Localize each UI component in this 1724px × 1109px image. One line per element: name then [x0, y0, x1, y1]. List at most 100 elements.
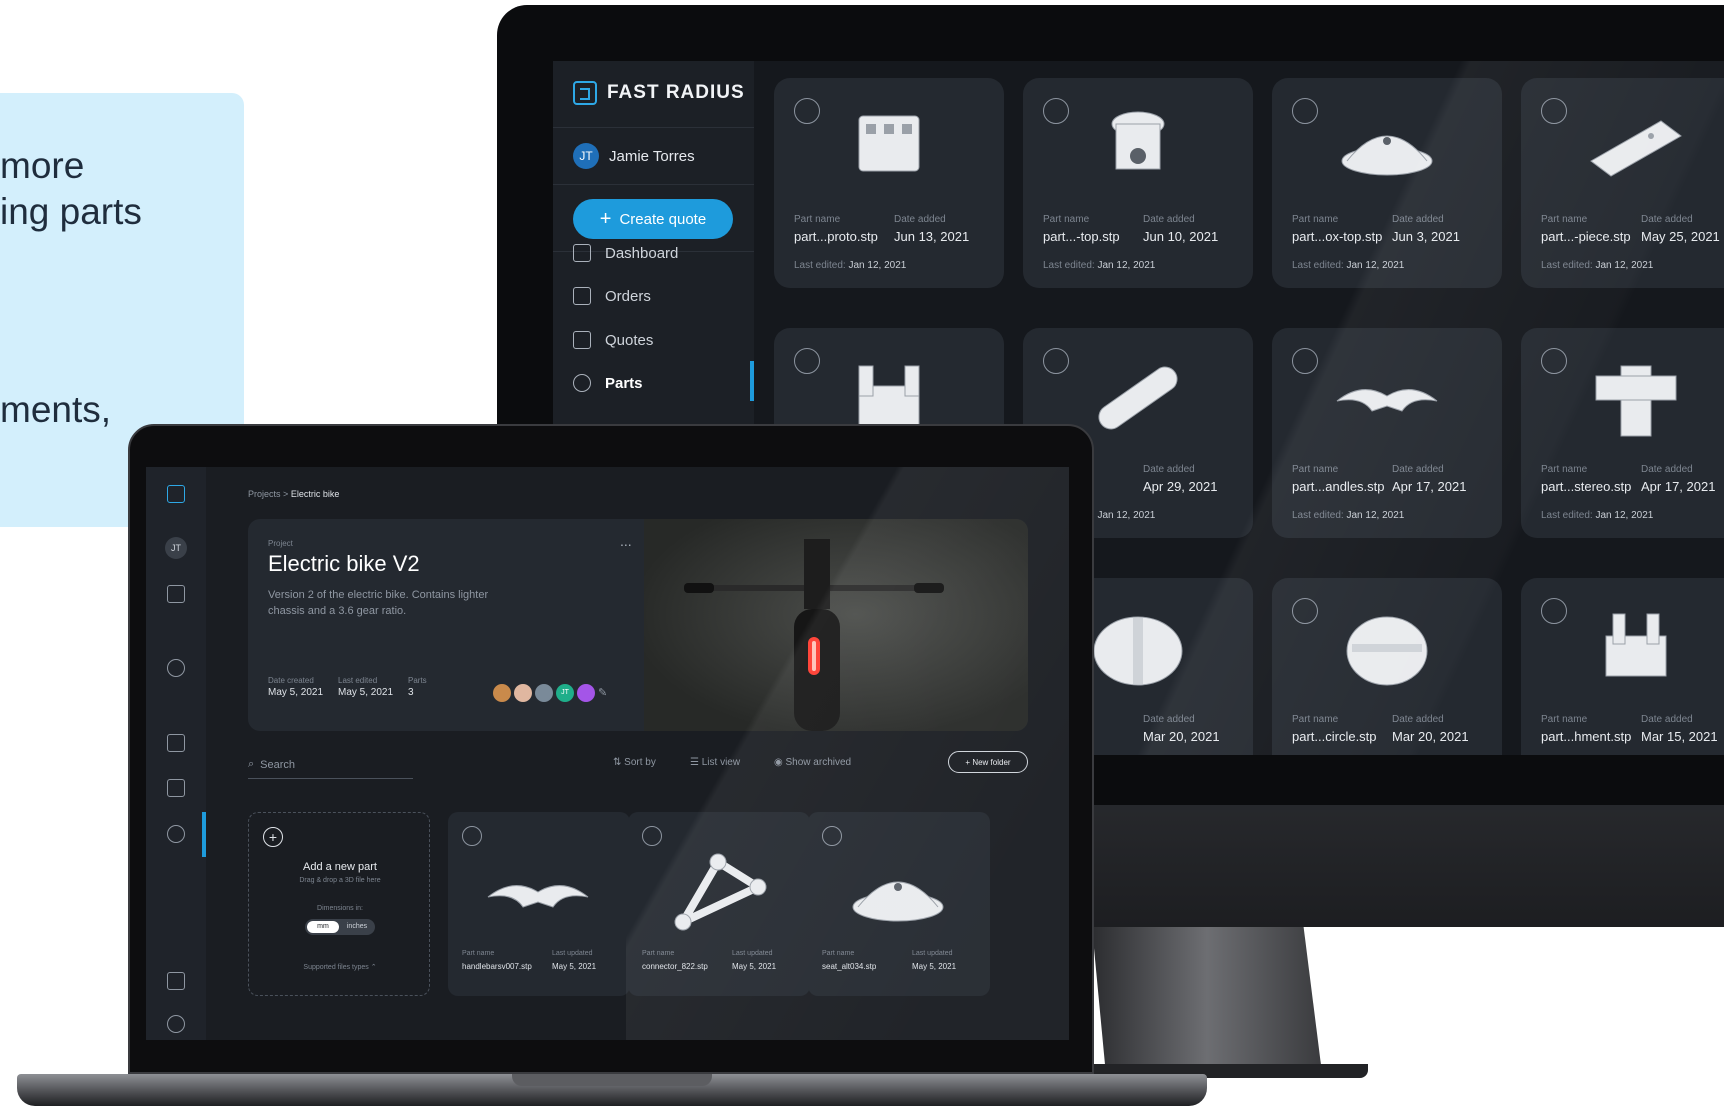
select-checkbox[interactable]	[794, 98, 820, 124]
select-checkbox[interactable]	[1292, 348, 1318, 374]
part-name-label: Part name	[1292, 214, 1339, 225]
date-added-label: Date added	[1143, 714, 1195, 725]
select-checkbox[interactable]	[1541, 98, 1567, 124]
more-options-icon[interactable]: ...	[620, 533, 632, 549]
select-checkbox[interactable]	[1292, 598, 1318, 624]
unit-mm[interactable]: mm	[307, 921, 339, 933]
select-checkbox[interactable]	[1043, 348, 1069, 374]
quote-icon[interactable]	[167, 779, 185, 797]
part-card[interactable]: Part name Date added part...stereo.stp Apr …	[1521, 328, 1724, 538]
edit-icon: ✎	[598, 687, 608, 699]
bike-illustration	[684, 539, 944, 731]
create-quote-button[interactable]: + Create quote	[573, 199, 733, 239]
monitor-stand	[1092, 927, 1322, 1073]
part-name: connector_822.stp	[642, 962, 708, 971]
new-folder-button[interactable]: + New folder	[948, 751, 1028, 773]
part-card[interactable]: Part name Date added part...proto.stp Jun 1…	[774, 78, 1004, 288]
last-edited-label: Last edited:	[794, 260, 846, 271]
add-part-dropzone[interactable]: + Add a new part Drag & drop a 3D file h…	[248, 812, 430, 996]
part-thumbnail	[1605, 613, 1667, 677]
part-card[interactable]: Part name Date added part...andles.stp Apr …	[1272, 328, 1502, 538]
parts-toolbar: ⌕ Search ⇅ Sort by ☰ List view ◉ Show ar…	[248, 751, 1028, 781]
sidebar-item-dashboard[interactable]: Dashboard	[573, 244, 678, 262]
parts-icon[interactable]	[167, 825, 185, 843]
add-part-hint: Drag & drop a 3D file here	[299, 877, 381, 884]
part-card[interactable]: Part name Last updated connector_822.stp Ma…	[628, 812, 810, 996]
unit-inches[interactable]: inches	[341, 921, 373, 933]
avatar: JT	[556, 684, 574, 702]
date-added-label: Date added	[1143, 214, 1195, 225]
part-card[interactable]: Part name Last updated seat_alt034.stp May …	[808, 812, 990, 996]
last-updated-label: Last updated	[732, 950, 773, 957]
avatar	[493, 684, 511, 702]
date-added: Mar 20, 2021	[1392, 729, 1469, 744]
last-updated: May 5, 2021	[912, 962, 957, 971]
supported-types-toggle[interactable]: Supported files types ⌃	[249, 963, 431, 971]
cart-icon[interactable]	[167, 734, 185, 752]
user-name: Jamie Torres	[609, 147, 695, 165]
last-updated-label: Last updated	[912, 950, 953, 957]
theme-icon[interactable]	[167, 1015, 185, 1033]
active-indicator	[750, 361, 754, 401]
part-thumbnail	[1098, 366, 1178, 430]
last-edited: Last edited: Jan 12, 2021	[794, 260, 906, 271]
fast-radius-logo-icon[interactable]	[167, 485, 185, 503]
brand-name: FAST RADIUS	[607, 82, 745, 103]
promo-line: ing parts	[0, 191, 142, 232]
part-card[interactable]: Part name Date added part...-piece.stp May …	[1521, 78, 1724, 288]
part-name-label: Part name	[642, 950, 675, 957]
date-added: Jun 10, 2021	[1143, 229, 1219, 244]
part-card[interactable]: Part name Date added part...-top.stp Jun 10…	[1023, 78, 1253, 288]
part-name: part...stereo.stp	[1541, 479, 1632, 494]
date-added: May 25, 2021	[1641, 229, 1720, 244]
show-archived-button[interactable]: ◉ Show archived	[774, 757, 851, 768]
brand-logo[interactable]: FAST RADIUS	[573, 81, 745, 105]
part-card[interactable]: Part name Date added part...ox-top.stp Jun …	[1272, 78, 1502, 288]
part-name-label: Part name	[1292, 464, 1339, 475]
sidebar-item-orders[interactable]: Orders	[573, 287, 651, 305]
sort-button[interactable]: ⇅ Sort by	[613, 757, 656, 768]
part-card[interactable]: Part name Last updated handlebarsv007.stp M…	[448, 812, 630, 996]
part-thumbnail	[1341, 135, 1433, 176]
sidebar-item-parts[interactable]: Parts	[573, 374, 643, 392]
select-checkbox[interactable]	[1541, 348, 1567, 374]
add-part-title: Add a new part	[303, 861, 377, 873]
select-checkbox[interactable]	[1043, 98, 1069, 124]
chat-icon[interactable]	[167, 972, 185, 990]
part-thumbnail	[852, 881, 944, 922]
cart-icon	[573, 287, 591, 305]
date-added-label: Date added	[1392, 214, 1444, 225]
meta-value: May 5, 2021	[338, 687, 394, 698]
date-added: Apr 17, 2021	[1641, 479, 1716, 494]
breadcrumb-link[interactable]: Projects	[248, 489, 281, 499]
collaborator-avatars[interactable]: JT ✎	[493, 684, 616, 702]
avatar[interactable]: JT	[165, 537, 187, 559]
last-edited: Last edited: Jan 12, 2021	[1292, 260, 1404, 271]
date-added-label: Date added	[1143, 464, 1195, 475]
unit-toggle[interactable]: mm inches	[305, 919, 375, 935]
select-checkbox[interactable]	[1292, 98, 1318, 124]
select-checkbox[interactable]	[794, 348, 820, 374]
part-thumbnail	[1093, 616, 1183, 686]
part-thumbnail	[1111, 111, 1165, 170]
parts-icon	[573, 374, 591, 392]
last-edited-label: Last edited:	[1541, 260, 1593, 271]
select-checkbox[interactable]	[1541, 598, 1567, 624]
search-input[interactable]: ⌕ Search	[248, 751, 413, 779]
dashboard-icon	[573, 244, 591, 262]
part-card[interactable]: Part name Date added part...hment.stp Mar 1…	[1521, 578, 1724, 755]
lightbulb-icon[interactable]	[167, 659, 185, 677]
list-view-button[interactable]: ☰ List view	[690, 757, 740, 768]
part-card[interactable]: Part name Date added part...circle.stp Mar …	[1272, 578, 1502, 755]
sidebar-item-label: Parts	[605, 374, 643, 392]
project-kicker: Project	[268, 539, 293, 548]
part-thumbnail	[1595, 365, 1677, 437]
date-added: Jun 13, 2021	[894, 229, 970, 244]
part-name: part...ox-top.stp	[1292, 229, 1383, 244]
part-name: part...-piece.stp	[1541, 229, 1631, 244]
dashboard-icon[interactable]	[167, 585, 185, 603]
show-archived-label: Show archived	[785, 757, 852, 768]
supported-types-label: Supported files types	[303, 964, 369, 971]
user-profile[interactable]: JT Jamie Torres	[573, 143, 695, 169]
sidebar-item-quotes[interactable]: Quotes	[573, 331, 653, 349]
